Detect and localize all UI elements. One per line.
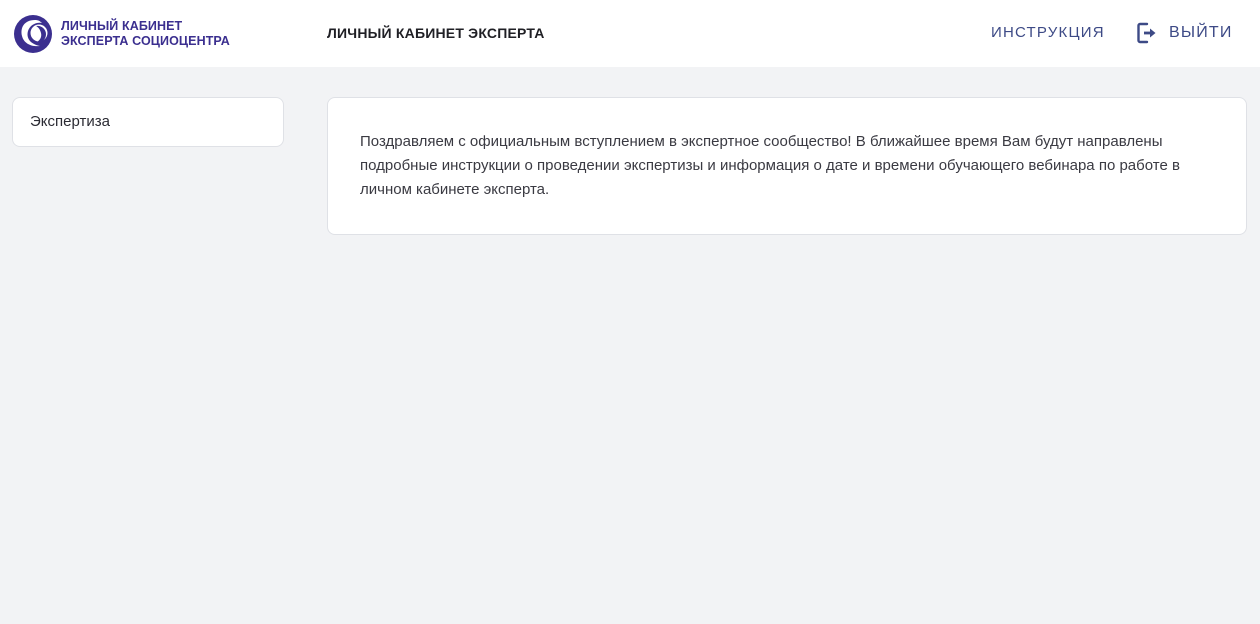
page-title: ЛИЧНЫЙ КАБИНЕТ ЭКСПЕРТА xyxy=(327,25,545,41)
welcome-message: Поздравляем с официальным вступлением в … xyxy=(360,133,1180,198)
message-card: Поздравляем с официальным вступлением в … xyxy=(327,97,1247,235)
sidebar-item-label: Экспертиза xyxy=(30,113,110,130)
logo[interactable]: ЛИЧНЫЙ КАБИНЕТ ЭКСПЕРТА СОЦИОЦЕНТРА xyxy=(12,14,230,54)
logo-text: ЛИЧНЫЙ КАБИНЕТ ЭКСПЕРТА СОЦИОЦЕНТРА xyxy=(61,19,230,49)
logo-mark-icon xyxy=(14,15,52,53)
logout-icon xyxy=(1137,22,1156,44)
logo-line-2: ЭКСПЕРТА СОЦИОЦЕНТРА xyxy=(61,34,230,48)
instruction-link[interactable]: ИНСТРУКЦИЯ xyxy=(991,24,1105,41)
top-header: ЛИЧНЫЙ КАБИНЕТ ЭКСПЕРТА СОЦИОЦЕНТРА ЛИЧН… xyxy=(0,0,1260,67)
logo-line-1: ЛИЧНЫЙ КАБИНЕТ xyxy=(61,19,183,33)
logout-button[interactable]: ВЫЙТИ xyxy=(1137,22,1233,44)
logout-label: ВЫЙТИ xyxy=(1169,24,1233,41)
sidebar-item-expertise[interactable]: Экспертиза xyxy=(12,97,284,147)
